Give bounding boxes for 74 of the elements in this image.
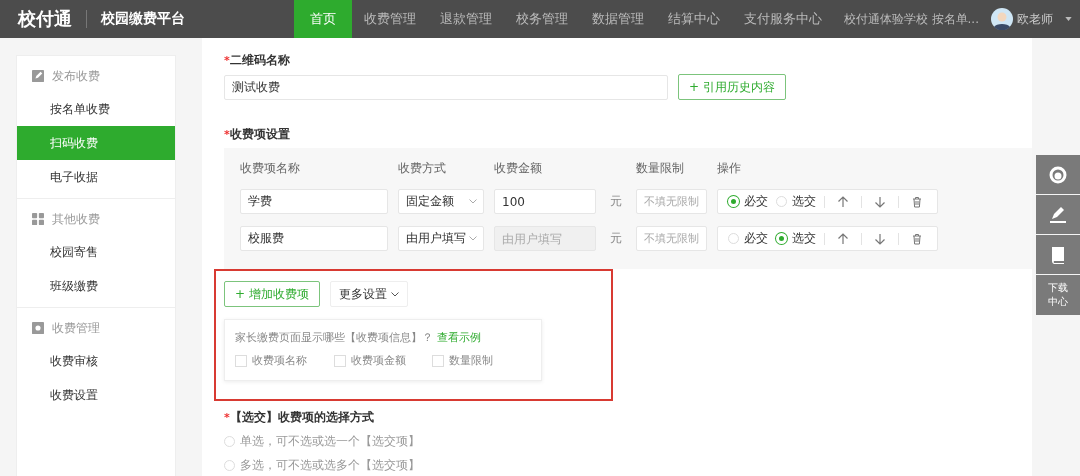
nav-tab[interactable]: 收费管理 [352,0,428,38]
field-label: 二维码名称 [229,52,290,69]
sidebar-item[interactable]: 电子收据 [17,160,175,194]
chevron-icon [390,291,399,297]
sidebar-item[interactable]: 按名单收费 [17,92,175,126]
platform-title: 校园缴费平台 [101,10,186,28]
unit-label: 元 [609,230,623,247]
down-arrow-icon[interactable] [874,232,886,245]
sidebar-heading: 收费管理 [52,319,100,337]
sidebar-item[interactable]: 收费审核 [17,344,175,378]
radio-option[interactable]: 单选，可不选或选一个【选交项】 [224,431,420,452]
column-header: 操作 [717,160,742,177]
sidebar-heading: 其他收费 [52,210,100,228]
radio-option[interactable]: 多选，可不选或选多个【选交项】 [224,455,420,476]
sidebar-item[interactable]: 校园寄售 [17,235,175,269]
required-mark: * [224,128,230,141]
book-icon[interactable] [1036,235,1080,274]
caret-icon[interactable] [1065,17,1072,21]
nav-tab[interactable]: 退款管理 [428,0,504,38]
nav-tab[interactable]: 结算中心 [656,0,732,38]
more-settings-button[interactable]: 更多设置 [329,281,408,307]
item-name-field[interactable]: 学费 [240,189,388,214]
popover-question: 家长缴费页面显示哪些【收费项信息】？ [235,330,433,345]
radio-option[interactable]: 选交 [776,230,816,247]
history-button[interactable]: + 引用历史内容 [678,74,786,100]
logo[interactable]: 校付通 [18,10,87,28]
nav-tab[interactable]: 首页 [294,0,352,38]
method-select[interactable]: 由用户填写 [398,226,484,251]
example-link[interactable]: 查看示例 [437,330,481,345]
checkbox-option[interactable]: 收费项名称 [235,353,334,368]
up-arrow-icon[interactable] [837,195,849,208]
nav-tab[interactable]: 支付服务中心 [732,0,834,38]
amount-field[interactable]: 100 [494,189,596,214]
column-header: 数量限制 [636,160,685,177]
checkbox-option[interactable]: 收费项金额 [333,353,433,368]
nav-tab[interactable]: 校务管理 [504,0,580,38]
column-header: 收费方式 [398,160,447,177]
required-mark: * [224,54,230,67]
support-icon[interactable] [1036,155,1080,194]
user-name[interactable]: 欧老师 [1017,10,1053,28]
sidebar-item[interactable]: 班级缴费 [17,269,175,303]
field-label: 收费项设置 [229,126,290,143]
down-arrow-icon[interactable] [874,195,886,208]
chevron-icon [469,199,477,204]
limit-field[interactable]: 不填无限制 [636,189,707,214]
sidebar-item[interactable]: 扫码收费 [17,126,175,160]
radio-option[interactable]: 必交 [728,230,768,247]
download-center-button[interactable]: 下载中心 [1036,275,1080,315]
settings-icon [32,322,44,334]
item-name-field[interactable]: 校服费 [240,226,388,251]
add-item-button[interactable]: + 增加收费项 [224,281,320,307]
chevron-icon [469,236,477,241]
sidebar-item[interactable]: 收费设置 [17,378,175,412]
checkbox-option[interactable]: 数量限制 [432,353,531,368]
school-name[interactable]: 校付通体验学校 按名单... [843,10,979,28]
nav-tab[interactable]: 数据管理 [580,0,656,38]
required-mark: * [224,411,230,424]
limit-field[interactable]: 不填无限制 [636,226,707,251]
name-field[interactable]: 测试收费 [224,74,668,100]
edit-icon [32,70,44,82]
avatar-icon[interactable] [991,8,1013,30]
unit-label: 元 [609,193,623,210]
column-header: 收费金额 [494,160,543,177]
trash-icon[interactable] [911,232,923,245]
field-label: 【选交】收费项的选择方式 [229,409,374,426]
radio-option[interactable]: 选交 [776,193,816,210]
radio-option[interactable]: 必交 [728,193,768,210]
edit-icon[interactable] [1036,195,1080,234]
grid-icon [32,213,44,225]
up-arrow-icon[interactable] [837,232,849,245]
sidebar-heading: 发布收费 [52,67,100,85]
column-header: 收费项名称 [240,160,301,177]
trash-icon[interactable] [911,195,923,208]
method-select[interactable]: 固定金额 [398,189,484,214]
